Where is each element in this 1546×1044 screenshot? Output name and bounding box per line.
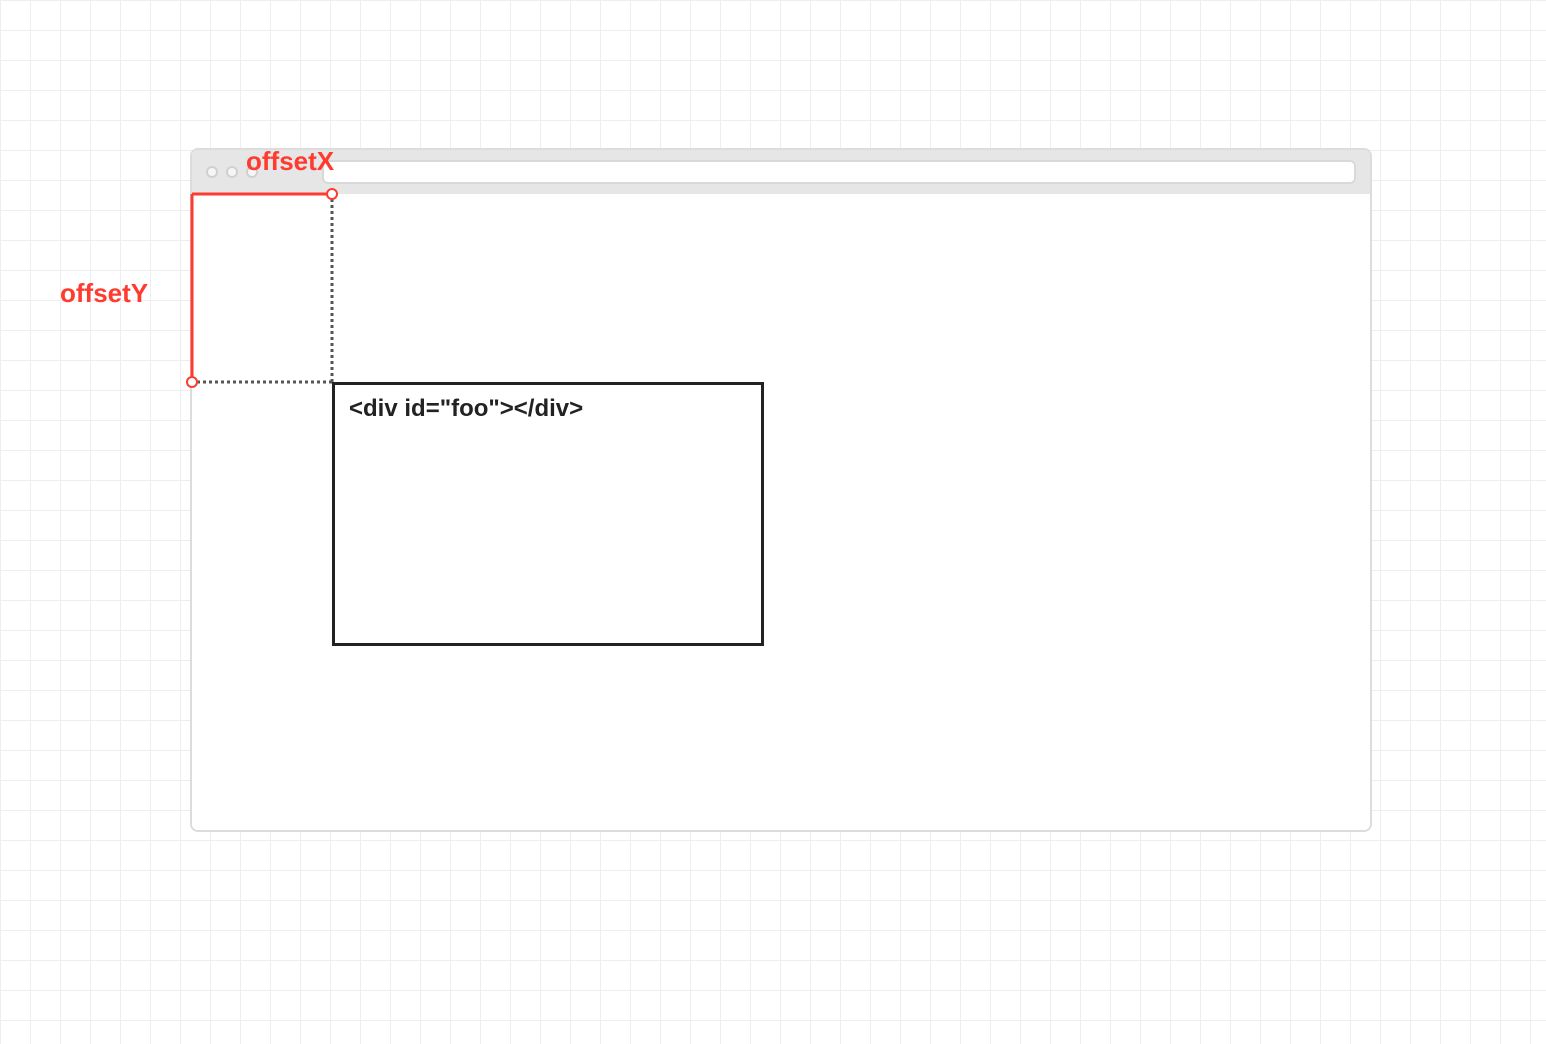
offsety-label: offsetY xyxy=(60,278,148,309)
browser-urlbar xyxy=(322,160,1356,184)
browser-titlebar xyxy=(192,150,1370,194)
traffic-light-icon xyxy=(206,166,218,178)
offsety-guide-dotted xyxy=(192,381,332,384)
offsetx-endpoint-marker xyxy=(326,188,338,200)
offsety-endpoint-marker xyxy=(186,376,198,388)
target-element-code-text: <div id="foo"></div> xyxy=(349,395,583,422)
traffic-light-icon xyxy=(226,166,238,178)
offsetx-guide-dotted xyxy=(331,194,334,382)
offsetx-measure-line xyxy=(192,193,332,196)
offsety-measure-line xyxy=(191,194,194,382)
offsetx-label: offsetX xyxy=(246,146,334,177)
browser-mock-window: <div id="foo"></div> xyxy=(190,148,1372,832)
target-element-box: <div id="foo"></div> xyxy=(332,382,764,646)
diagram-stage: offsetX offsetY <div id="foo"></div> xyxy=(0,0,1546,1044)
